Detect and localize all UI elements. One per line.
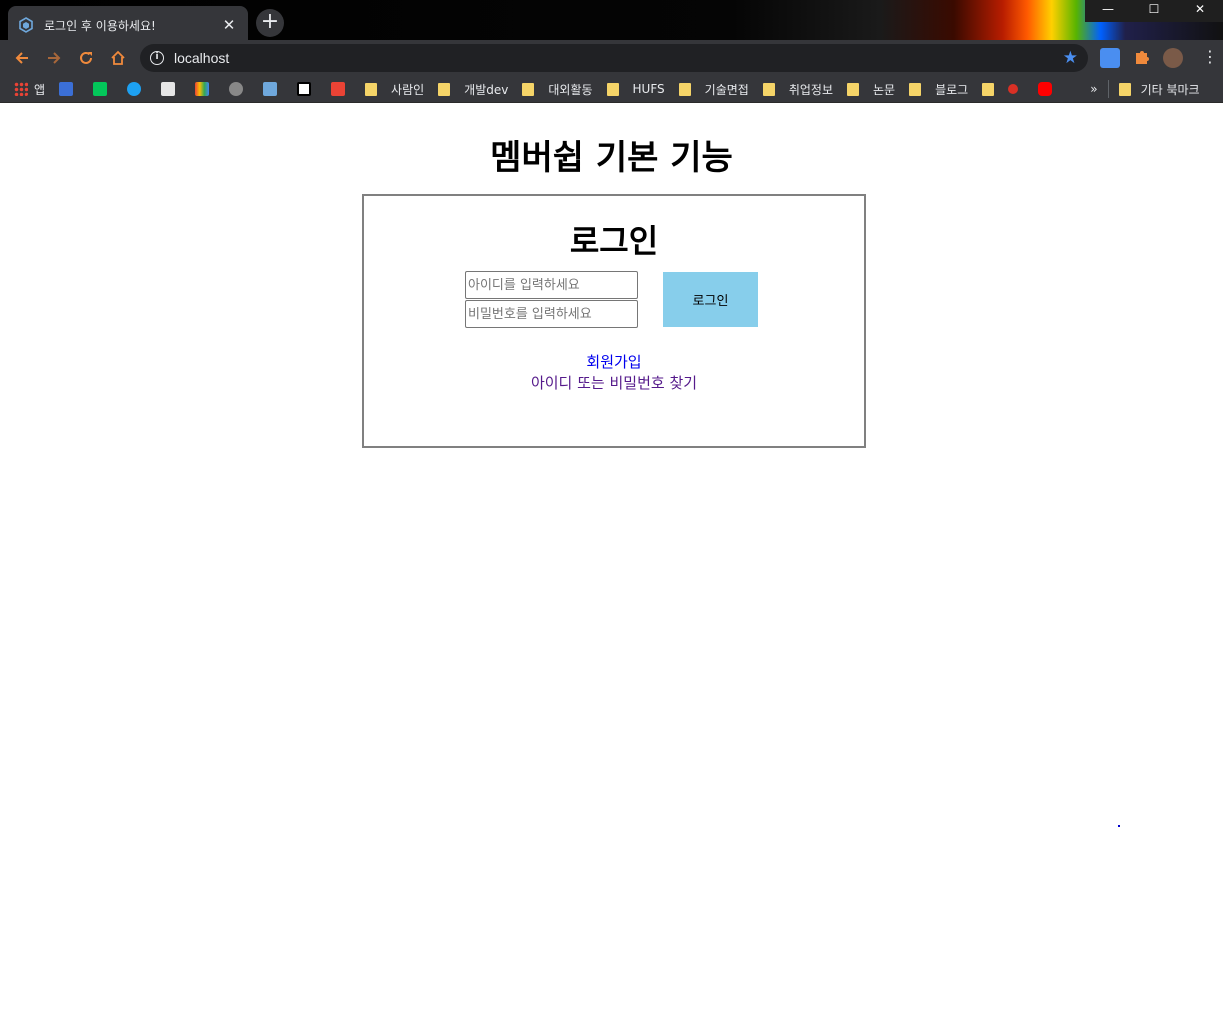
page-title: 멤버쉽 기본 기능 bbox=[490, 138, 733, 178]
back-arrow-icon[interactable] bbox=[6, 42, 38, 74]
close-window-button[interactable]: ✕ bbox=[1177, 0, 1223, 22]
info-icon[interactable]: i bbox=[150, 51, 164, 65]
browser-titlebar: 로그인 후 이용하세요! ✕ + — ☐ ✕ bbox=[0, 0, 1223, 44]
bookmark-label: 앱 bbox=[34, 82, 46, 97]
bookmarks-bar: 앱 사람인 개발dev 대외활동 HUFS 기술면접 취업정보 논문 블로그 »… bbox=[0, 76, 1223, 103]
minimize-button[interactable]: — bbox=[1085, 0, 1131, 22]
folder-icon bbox=[438, 82, 451, 96]
bookmark-apps[interactable]: 앱 bbox=[14, 81, 45, 98]
folder-icon bbox=[762, 82, 775, 96]
stray-dot bbox=[1118, 825, 1120, 827]
new-tab-button[interactable]: + bbox=[256, 9, 284, 37]
login-panel: 로그인 로그인 회원가입 아이디 또는 비밀번호 찾기 bbox=[362, 194, 866, 448]
menu-kebab-icon[interactable]: ⋮ bbox=[1200, 48, 1220, 68]
browser-tab[interactable]: 로그인 후 이용하세요! ✕ bbox=[8, 6, 248, 44]
gmail-icon bbox=[331, 82, 346, 96]
bookmark-label: 블로그 bbox=[935, 82, 969, 97]
id-input[interactable] bbox=[465, 271, 638, 299]
apps-grid-icon bbox=[14, 82, 28, 96]
hand-icon bbox=[195, 82, 210, 96]
bookmark-edge[interactable] bbox=[127, 82, 147, 96]
extensions-puzzle-icon[interactable] bbox=[1133, 48, 1153, 68]
pin-icon bbox=[1008, 84, 1019, 94]
bookmark-label: 사람인 bbox=[391, 82, 425, 97]
tab-title: 로그인 후 이용하세요! bbox=[44, 18, 156, 33]
maximize-button[interactable]: ☐ bbox=[1131, 0, 1177, 22]
bookmark-folder[interactable]: HUFS bbox=[606, 82, 665, 96]
signup-link[interactable]: 회원가입 bbox=[364, 351, 864, 372]
login-button[interactable]: 로그인 bbox=[663, 272, 758, 327]
naver-icon bbox=[93, 82, 108, 96]
close-tab-icon[interactable]: ✕ bbox=[220, 16, 238, 34]
url-text: localhost bbox=[174, 50, 230, 66]
bookmark-face[interactable] bbox=[161, 82, 181, 96]
bookmark-folder[interactable]: 기술면접 bbox=[678, 81, 749, 98]
login-heading: 로그인 bbox=[569, 222, 659, 260]
bookmark-label: 기타 북마크 bbox=[1140, 82, 1200, 97]
cube-icon bbox=[263, 82, 278, 96]
forward-arrow-icon[interactable] bbox=[38, 42, 70, 74]
cube-icon bbox=[18, 17, 34, 33]
bookmark-star-icon[interactable]: ★ bbox=[1063, 48, 1078, 68]
bookmark-pin[interactable] bbox=[982, 82, 1024, 96]
bookmark-label: 기술면접 bbox=[704, 82, 749, 97]
bookmark-jam[interactable] bbox=[59, 82, 79, 96]
jam-icon bbox=[59, 82, 74, 96]
folder-icon bbox=[1118, 82, 1131, 96]
bookmark-label: 논문 bbox=[873, 82, 896, 97]
bookmark-folder[interactable]: 논문 bbox=[847, 81, 895, 98]
folder-icon bbox=[522, 82, 535, 96]
bookmark-label: 대외활동 bbox=[548, 82, 593, 97]
other-bookmarks-folder[interactable]: 기타 북마크 bbox=[1118, 81, 1200, 98]
bookmark-label: 취업정보 bbox=[788, 82, 833, 97]
bookmark-label: 개발dev bbox=[464, 82, 509, 97]
bookmarks-divider bbox=[1107, 80, 1109, 98]
bookmark-gmail[interactable] bbox=[331, 82, 351, 96]
folder-icon bbox=[365, 82, 378, 96]
home-icon[interactable] bbox=[102, 42, 134, 74]
folder-icon bbox=[678, 82, 691, 96]
profile-avatar[interactable] bbox=[1163, 48, 1183, 68]
reload-icon[interactable] bbox=[70, 42, 102, 74]
window-controls: — ☐ ✕ bbox=[1085, 0, 1223, 22]
address-bar[interactable]: i localhost ★ bbox=[140, 44, 1088, 72]
bookmark-label: HUFS bbox=[632, 82, 665, 96]
folder-icon bbox=[982, 82, 995, 96]
bookmark-notion[interactable] bbox=[297, 82, 317, 96]
find-account-link[interactable]: 아이디 또는 비밀번호 찾기 bbox=[364, 372, 864, 393]
folder-icon bbox=[847, 82, 859, 96]
bookmark-folder[interactable]: 취업정보 bbox=[762, 81, 833, 98]
bookmark-naver[interactable] bbox=[93, 82, 113, 96]
folder-icon bbox=[606, 82, 619, 96]
browser-toolbar: i localhost ★ ⋮ bbox=[0, 40, 1223, 76]
bookmark-hand[interactable] bbox=[195, 82, 215, 96]
bookmark-cube[interactable] bbox=[263, 82, 283, 96]
github-icon bbox=[229, 82, 244, 96]
bookmark-github[interactable] bbox=[229, 82, 249, 96]
bookmark-folder[interactable]: 개발dev bbox=[438, 81, 508, 98]
bookmark-folder[interactable]: 사람인 bbox=[365, 81, 424, 98]
password-input[interactable] bbox=[465, 300, 638, 328]
face-icon bbox=[161, 82, 176, 96]
translate-icon[interactable] bbox=[1100, 48, 1120, 68]
youtube-icon bbox=[1038, 82, 1053, 96]
bookmark-folder[interactable]: 대외활동 bbox=[522, 81, 593, 98]
edge-icon bbox=[127, 82, 142, 96]
bookmark-folder[interactable]: 블로그 bbox=[909, 81, 968, 98]
more-bookmarks-button[interactable]: » bbox=[1090, 82, 1097, 96]
notion-icon bbox=[297, 82, 312, 96]
bookmark-youtube[interactable] bbox=[1038, 82, 1058, 96]
folder-icon bbox=[909, 82, 922, 96]
